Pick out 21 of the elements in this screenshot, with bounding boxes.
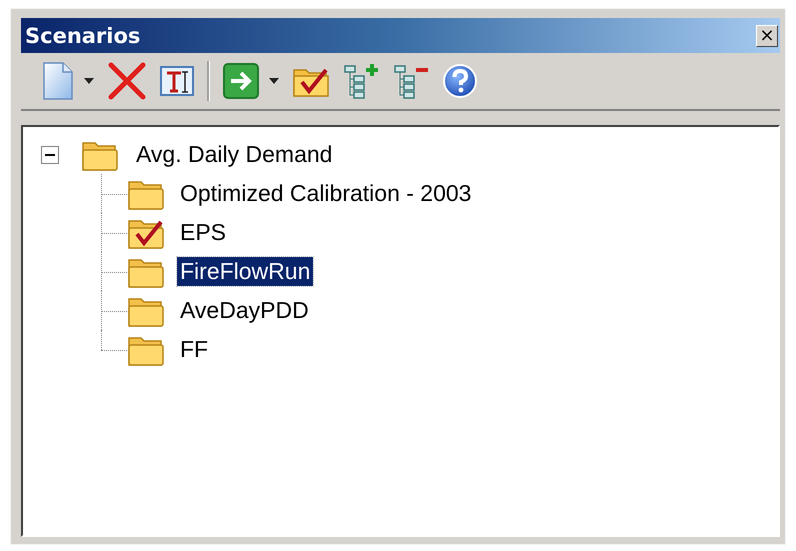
tree-connector-line: [101, 291, 127, 330]
tree-item[interactable]: AveDayPDD: [177, 296, 312, 325]
arrow-right-icon[interactable]: [222, 62, 260, 100]
close-button[interactable]: ×: [756, 24, 778, 46]
tree-item[interactable]: Optimized Calibration - 2003: [177, 179, 474, 208]
dropdown-arrow-icon[interactable]: [268, 77, 280, 85]
window-title: Scenarios: [25, 24, 140, 48]
help-icon[interactable]: [442, 63, 478, 99]
new-document-icon[interactable]: [41, 61, 75, 101]
expand-tree-icon[interactable]: [342, 62, 380, 100]
rename-icon[interactable]: [159, 63, 195, 99]
tree-item[interactable]: EPS: [177, 218, 230, 247]
tree-item[interactable]: Avg. Daily Demand: [133, 140, 336, 169]
tree-connector-line: [101, 174, 127, 213]
tree-connector-line: [101, 213, 127, 252]
tree-item[interactable]: FF: [177, 335, 212, 364]
collapse-toggle[interactable]: [41, 146, 59, 164]
tree-connector-line: [101, 252, 127, 291]
tree-item[interactable]: FireFlowRun: [177, 257, 314, 286]
dropdown-arrow-icon[interactable]: [83, 77, 95, 85]
delete-icon[interactable]: [107, 61, 147, 101]
